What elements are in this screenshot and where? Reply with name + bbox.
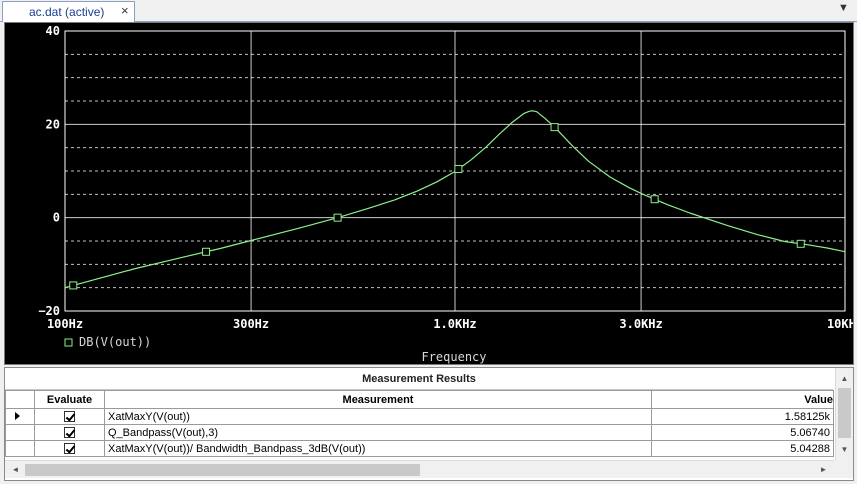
measurement-cell[interactable]: Q_Bandpass(V(out),3) bbox=[104, 424, 652, 441]
scroll-down-icon[interactable]: ▼ bbox=[836, 441, 853, 458]
tab-list-dropdown-icon[interactable]: ▼ bbox=[838, 2, 849, 14]
trace-marker bbox=[69, 281, 78, 290]
measurement-table: Evaluate Measurement Value XatMaxY(V(out… bbox=[5, 390, 834, 457]
x-tick-label: 3.0KHz bbox=[619, 317, 662, 331]
tab-ac-dat[interactable]: ac.dat (active) × bbox=[2, 1, 135, 22]
trace-marker bbox=[202, 247, 211, 256]
x-axis-title: Frequency bbox=[421, 350, 486, 364]
vertical-scrollbar[interactable]: ▲ ▼ bbox=[835, 368, 853, 460]
x-tick-label: 300Hz bbox=[233, 317, 269, 331]
table-row[interactable]: XatMaxY(V(out))/ Bandwidth_Bandpass_3dB(… bbox=[5, 440, 834, 457]
value-cell: 5.04288 bbox=[651, 440, 834, 457]
plot-area[interactable]: 100Hz 300Hz 1.0KHz 3.0KHz 10KHz −20 0 20 40 DB(V… bbox=[4, 22, 854, 365]
evaluate-checkbox[interactable] bbox=[64, 443, 75, 455]
evaluate-checkbox[interactable] bbox=[64, 411, 75, 423]
scroll-right-icon[interactable]: ► bbox=[815, 461, 832, 478]
legend-label: DB(V(out)) bbox=[79, 335, 151, 349]
tab-label: ac.dat (active) bbox=[29, 5, 105, 19]
plot-background bbox=[5, 23, 853, 364]
probe-window: ac.dat (active) × ▼ 100Hz 300Hz 1.0KHz 3.0K… bbox=[0, 0, 857, 484]
measurement-results-title: Measurement Results bbox=[5, 368, 833, 390]
evaluate-cell[interactable] bbox=[34, 440, 105, 457]
table-header-row: Evaluate Measurement Value bbox=[5, 390, 834, 409]
measurement-column-header[interactable]: Measurement bbox=[104, 390, 652, 409]
measurement-results-panel: Measurement Results Evaluate Measurement… bbox=[4, 367, 854, 481]
trace-marker bbox=[550, 123, 559, 132]
trace-marker bbox=[333, 213, 342, 222]
evaluate-cell[interactable] bbox=[34, 424, 105, 441]
row-selector[interactable] bbox=[5, 440, 35, 457]
evaluate-cell[interactable] bbox=[34, 408, 105, 425]
horizontal-scroll-thumb[interactable] bbox=[25, 464, 420, 476]
y-tick-label: 20 bbox=[46, 117, 60, 131]
close-icon[interactable]: × bbox=[121, 3, 129, 18]
value-cell: 1.58125k bbox=[651, 408, 834, 425]
value-cell: 5.06740 bbox=[651, 424, 834, 441]
y-tick-label: 40 bbox=[46, 24, 60, 38]
tab-strip: ac.dat (active) × ▼ bbox=[0, 0, 857, 22]
row-selector[interactable] bbox=[5, 408, 35, 425]
row-selector-header bbox=[5, 390, 35, 409]
y-tick-label: 0 bbox=[53, 211, 60, 225]
current-row-pointer-icon bbox=[15, 411, 20, 420]
table-row[interactable]: Q_Bandpass(V(out),3) 5.06740 bbox=[5, 424, 834, 441]
scrollbar-corner bbox=[835, 460, 853, 478]
x-tick-label: 10KHz bbox=[827, 317, 853, 331]
evaluate-checkbox[interactable] bbox=[64, 427, 75, 439]
trace-marker bbox=[454, 165, 463, 174]
scroll-up-icon[interactable]: ▲ bbox=[836, 370, 853, 387]
measurement-cell[interactable]: XatMaxY(V(out))/ Bandwidth_Bandpass_3dB(… bbox=[104, 440, 652, 457]
evaluate-column-header[interactable]: Evaluate bbox=[34, 390, 105, 409]
trace-marker bbox=[650, 195, 659, 204]
x-tick-label: 1.0KHz bbox=[433, 317, 476, 331]
measurement-cell[interactable]: XatMaxY(V(out)) bbox=[104, 408, 652, 425]
trace-marker bbox=[796, 239, 805, 248]
table-row[interactable]: XatMaxY(V(out)) 1.58125k bbox=[5, 408, 834, 425]
y-tick-label: −20 bbox=[38, 304, 60, 318]
vertical-scroll-thumb[interactable] bbox=[838, 388, 851, 438]
plot-svg: 100Hz 300Hz 1.0KHz 3.0KHz 10KHz −20 0 20 40 DB(V… bbox=[5, 23, 853, 364]
row-selector[interactable] bbox=[5, 424, 35, 441]
value-column-header[interactable]: Value bbox=[651, 390, 834, 409]
scroll-left-icon[interactable]: ◄ bbox=[7, 461, 24, 478]
horizontal-scrollbar[interactable]: ◄ ► bbox=[5, 460, 835, 478]
x-tick-label: 100Hz bbox=[47, 317, 83, 331]
